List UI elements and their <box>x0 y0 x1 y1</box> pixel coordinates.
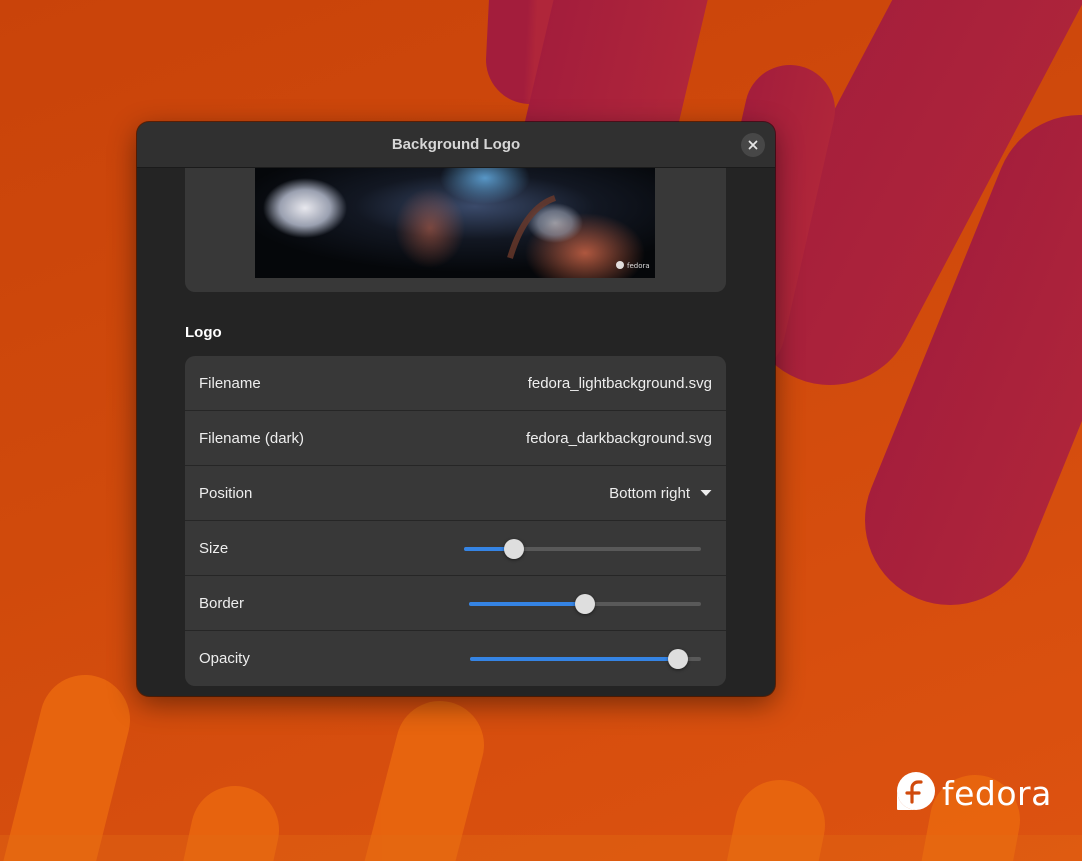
logo-settings-list: Filename fedora_lightbackground.svg File… <box>185 356 726 686</box>
background-logo-dialog: Background Logo fedora Logo Filename fed… <box>137 122 775 696</box>
position-row: Position Bottom right <box>185 466 726 521</box>
close-icon <box>748 140 758 150</box>
filename-dark-value: fedora_darkbackground.svg <box>526 429 712 447</box>
filename-dark-label: Filename (dark) <box>199 429 305 447</box>
logo-section-heading: Logo <box>185 324 222 341</box>
border-row: Border <box>185 576 726 631</box>
filename-label: Filename <box>199 374 261 392</box>
preview-card: fedora <box>185 168 726 292</box>
preview-watermark: fedora <box>627 262 650 270</box>
filename-value: fedora_lightbackground.svg <box>527 374 712 392</box>
slider-knob[interactable] <box>575 594 595 614</box>
dialog-content: fedora Logo Filename fedora_lightbackgro… <box>137 168 775 696</box>
size-row: Size <box>185 521 726 576</box>
size-slider[interactable] <box>464 539 701 559</box>
fedora-brand-logo: fedora <box>896 771 1052 816</box>
position-label: Position <box>199 484 253 502</box>
border-label: Border <box>199 594 245 612</box>
border-slider[interactable] <box>469 594 701 614</box>
fedora-brand-text: fedora <box>942 773 1052 813</box>
chevron-down-icon <box>700 490 712 496</box>
close-button[interactable] <box>741 133 765 157</box>
size-label: Size <box>199 539 229 557</box>
opacity-label: Opacity <box>199 650 250 667</box>
slider-fill <box>470 657 678 661</box>
background-preview-image: fedora <box>255 168 655 278</box>
filename-dark-row[interactable]: Filename (dark) fedora_darkbackground.sv… <box>185 411 726 466</box>
position-value: Bottom right <box>609 484 690 502</box>
slider-knob[interactable] <box>667 649 688 669</box>
filename-row[interactable]: Filename fedora_lightbackground.svg <box>185 356 726 411</box>
position-dropdown[interactable]: Bottom right <box>609 485 712 502</box>
slider-fill <box>469 602 585 606</box>
header-bar: Background Logo <box>137 122 775 168</box>
fedora-logo-icon <box>896 771 936 816</box>
slider-knob[interactable] <box>503 539 524 559</box>
window-title: Background Logo <box>391 136 521 153</box>
opacity-row: Opacity <box>185 631 726 686</box>
opacity-slider[interactable] <box>470 649 701 669</box>
